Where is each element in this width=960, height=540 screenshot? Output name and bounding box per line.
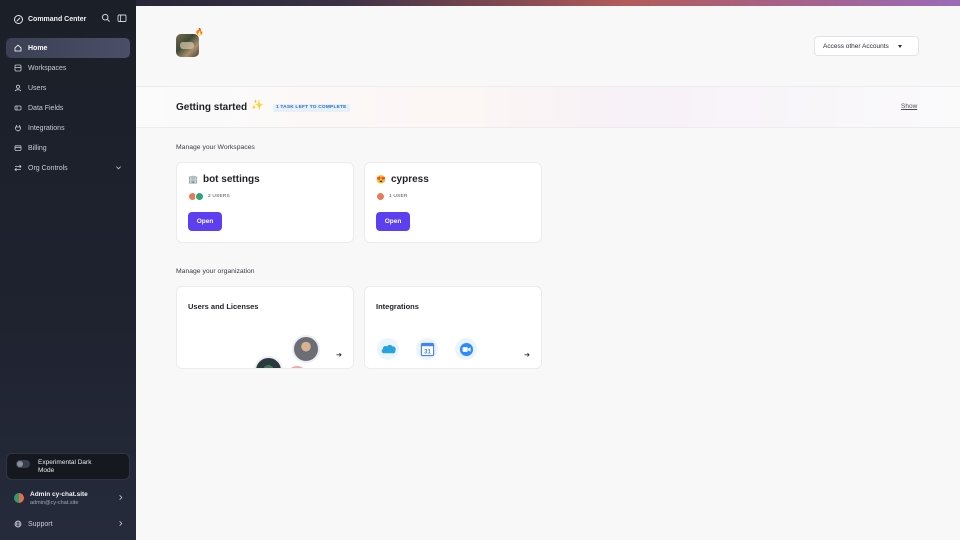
sidebar-item-org-controls[interactable]: Org Controls	[6, 158, 130, 178]
svg-text:31: 31	[424, 348, 431, 355]
command-center-logo-icon	[14, 14, 23, 24]
user-avatar	[254, 356, 283, 368]
integrations-card[interactable]: Integrations 31 ➔	[364, 286, 542, 369]
org-avatar[interactable]	[176, 34, 199, 57]
user-avatar	[292, 335, 320, 363]
dark-mode-label: Experimental Dark Mode	[38, 459, 92, 474]
sidebar-nav: Home Workspaces Users Data Fields Integr…	[6, 38, 130, 178]
organization-section-title: Manage your organization	[176, 268, 255, 275]
globe-icon	[14, 520, 22, 528]
account-name: Admin cy-chat.site	[30, 490, 88, 498]
arrow-right-icon[interactable]: ➔	[524, 351, 530, 359]
workspace-users: 2 USERS	[188, 192, 230, 201]
show-button[interactable]: Show	[901, 103, 917, 110]
access-button-label: Access other Accounts	[823, 42, 889, 50]
data-fields-icon	[14, 105, 22, 111]
home-icon	[14, 44, 22, 52]
building-icon: 🏢	[188, 175, 198, 184]
sidebar-item-integrations[interactable]: Integrations	[6, 118, 130, 138]
user-avatar	[285, 364, 309, 368]
getting-started-title: Getting started	[176, 102, 248, 113]
sidebar: Command Center Home Workspaces Users Dat…	[0, 0, 136, 540]
collapse-sidebar-icon[interactable]	[117, 13, 127, 23]
support-link[interactable]: Support	[14, 519, 124, 529]
sidebar-item-label: Integrations	[28, 124, 65, 132]
sidebar-item-label: Home	[28, 44, 48, 52]
sidebar-item-label: Billing	[28, 144, 47, 152]
sidebar-item-data-fields[interactable]: Data Fields	[6, 98, 130, 118]
sidebar-item-label: Data Fields	[28, 104, 64, 112]
access-other-accounts-button[interactable]: Access other Accounts	[814, 36, 919, 56]
search-icon[interactable]	[101, 13, 111, 23]
avatar	[376, 192, 385, 201]
getting-started-banner: Getting started ✨ 1 TASK LEFT TO COMPLET…	[136, 86, 960, 128]
workspace-name: bot settings	[202, 174, 260, 185]
sparkles-icon: ✨	[251, 100, 264, 111]
user-count: 1 USER	[389, 194, 408, 199]
sidebar-item-billing[interactable]: Billing	[6, 138, 130, 158]
google-calendar-icon: 31	[416, 338, 438, 360]
fire-icon: 🔥	[195, 29, 204, 36]
billing-icon	[14, 145, 22, 151]
dark-mode-toggle[interactable]: Experimental Dark Mode	[6, 453, 130, 480]
salesforce-icon	[377, 338, 399, 360]
users-icon	[14, 84, 22, 92]
workspace-card: 🏢 bot settings 2 USERS Open	[176, 162, 354, 243]
workspaces-icon	[14, 64, 22, 72]
arrow-right-icon[interactable]: ➔	[336, 351, 342, 359]
open-workspace-button[interactable]: Open	[376, 212, 410, 231]
tasks-left-badge: 1 TASK LEFT TO COMPLETE	[273, 104, 350, 112]
zoom-icon	[455, 338, 477, 360]
support-label: Support	[28, 520, 53, 528]
sidebar-item-label: Workspaces	[28, 64, 67, 72]
caret-down-icon	[897, 44, 902, 48]
account-info: Admin cy-chat.site admin@cy-chat.site	[30, 491, 88, 506]
workspace-users: 1 USER	[376, 192, 408, 201]
workspace-name: cypress	[390, 174, 429, 185]
workspace-card: 😍 cypress 1 USER Open	[364, 162, 542, 243]
sidebar-item-label: Org Controls	[28, 164, 68, 172]
brand[interactable]: Command Center	[14, 13, 86, 25]
sidebar-item-label: Users	[28, 84, 47, 92]
sidebar-item-users[interactable]: Users	[6, 78, 130, 98]
card-title: Users and Licenses	[188, 302, 259, 311]
workspaces-section-title: Manage your Workspaces	[176, 144, 255, 151]
account-menu[interactable]: Admin cy-chat.site admin@cy-chat.site	[14, 488, 124, 508]
user-count: 2 USERS	[208, 194, 230, 199]
avatar	[14, 493, 24, 503]
users-and-licenses-card[interactable]: Users and Licenses ➔	[176, 286, 354, 369]
sidebar-item-home[interactable]: Home	[6, 38, 130, 58]
workspace-title: 🏢 bot settings	[188, 174, 260, 185]
card-title: Integrations	[376, 302, 419, 311]
avatar	[195, 192, 204, 201]
open-workspace-button[interactable]: Open	[188, 212, 222, 231]
workspace-title: 😍 cypress	[376, 174, 429, 185]
main-content: 🔥 Access other Accounts Getting started …	[136, 6, 960, 540]
chevron-right-icon	[119, 521, 123, 526]
toggle-switch[interactable]	[16, 460, 30, 468]
brand-name: Command Center	[28, 15, 87, 23]
sidebar-item-workspaces[interactable]: Workspaces	[6, 58, 130, 78]
account-email: admin@cy-chat.site	[30, 499, 79, 506]
integrations-icon	[15, 125, 21, 132]
chevron-down-icon[interactable]	[115, 164, 122, 171]
chevron-right-icon	[119, 495, 123, 500]
org-controls-icon	[14, 164, 22, 172]
heart-eyes-emoji-icon: 😍	[376, 175, 386, 184]
